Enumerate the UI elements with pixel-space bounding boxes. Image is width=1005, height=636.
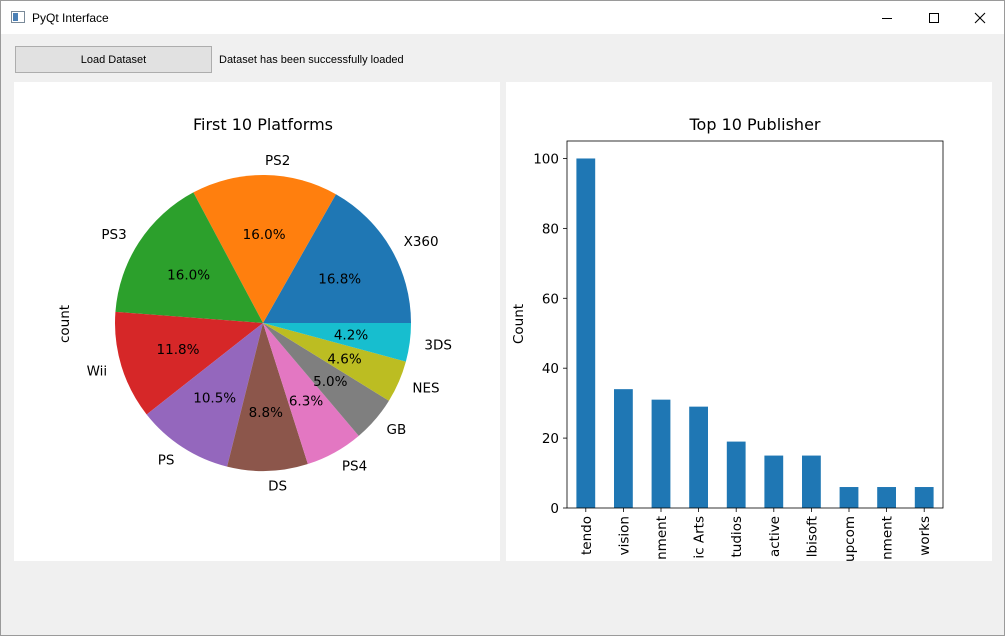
y-tick-label: 0 xyxy=(550,501,559,517)
pie-percent-label: 4.2% xyxy=(334,328,368,344)
y-tick-label: 100 xyxy=(533,151,559,167)
pie-percent-label: 10.5% xyxy=(193,391,236,407)
pie-percent-label: 16.8% xyxy=(318,271,361,287)
pie-percent-label: 4.6% xyxy=(327,351,361,367)
pie-percent-label: 16.0% xyxy=(167,268,210,284)
minimize-icon xyxy=(882,17,892,19)
pie-percent-label: 6.3% xyxy=(289,394,323,410)
pie-slice-label: PS3 xyxy=(101,227,126,243)
window-title: PyQt Interface xyxy=(32,11,109,25)
minimize-button[interactable] xyxy=(864,1,910,34)
bar xyxy=(651,399,671,508)
bar xyxy=(689,406,708,508)
pie-slice-label: GB xyxy=(387,422,407,438)
pie-slice-label: 3DS xyxy=(424,337,452,353)
x-tick-label: works xyxy=(917,516,933,556)
x-tick-label: lbisoft xyxy=(804,516,820,557)
pie-slice-label: NES xyxy=(412,381,439,397)
x-tick-label: nment xyxy=(654,516,670,560)
x-tick-label: ic Arts xyxy=(692,516,708,559)
pie-percent-label: 8.8% xyxy=(249,405,283,421)
pie-slice-label: PS xyxy=(158,453,175,469)
pie-slice-label: PS2 xyxy=(265,153,290,169)
title-bar[interactable]: PyQt Interface xyxy=(1,1,1004,34)
bar xyxy=(576,158,596,508)
bar xyxy=(914,487,934,508)
y-tick-label: 20 xyxy=(542,431,559,447)
pie-chart: First 10 Platforms count X360 16.8% PS2 16.… xyxy=(57,115,452,495)
pie-slice-label: DS xyxy=(268,479,287,495)
bar-ylabel: Count xyxy=(511,304,527,344)
pie-title: First 10 Platforms xyxy=(193,115,333,134)
close-icon xyxy=(974,12,986,23)
bar xyxy=(839,487,859,508)
bar xyxy=(877,487,896,508)
pie-percent-label: 16.0% xyxy=(243,227,286,243)
y-tick-label: 40 xyxy=(542,361,559,377)
bar-chart: Top 10 Publisher Count tendo vision nment i… xyxy=(511,115,944,561)
maximize-icon xyxy=(929,12,939,23)
close-button[interactable] xyxy=(957,1,1003,34)
status-label: Dataset has been successfully loaded xyxy=(219,54,404,66)
x-tick-label: tudios xyxy=(729,516,745,557)
main-window: PyQt Interface Load Dataset Dataset has … xyxy=(0,0,1005,636)
pie-ylabel: count xyxy=(57,305,73,343)
app-window-icon xyxy=(11,11,25,23)
bar-title: Top 10 Publisher xyxy=(689,115,821,134)
bar-chart-canvas: Top 10 Publisher Count tendo vision nment i… xyxy=(506,82,992,561)
pie-percent-label: 5.0% xyxy=(313,374,347,390)
pie-slice-label: X360 xyxy=(404,234,439,250)
load-dataset-button[interactable]: Load Dataset xyxy=(15,46,212,73)
x-tick-label: tendo xyxy=(579,516,595,555)
y-tick-label: 80 xyxy=(542,221,559,237)
x-tick-label: upcom xyxy=(842,516,858,561)
pie-percent-label: 11.8% xyxy=(157,342,200,358)
x-tick-label: nment xyxy=(880,516,896,560)
bar xyxy=(802,455,821,508)
x-tick-label: active xyxy=(767,516,783,557)
pie-chart-canvas: First 10 Platforms count X360 16.8% PS2 16.… xyxy=(14,82,500,561)
bar xyxy=(614,389,633,508)
pie-slice-label: PS4 xyxy=(342,458,367,474)
bar xyxy=(726,441,746,508)
pie-slice-label: Wii xyxy=(87,363,108,379)
x-tick-label: vision xyxy=(616,516,632,555)
maximize-button[interactable] xyxy=(911,1,957,34)
bar xyxy=(764,455,784,508)
y-tick-label: 60 xyxy=(542,291,559,307)
